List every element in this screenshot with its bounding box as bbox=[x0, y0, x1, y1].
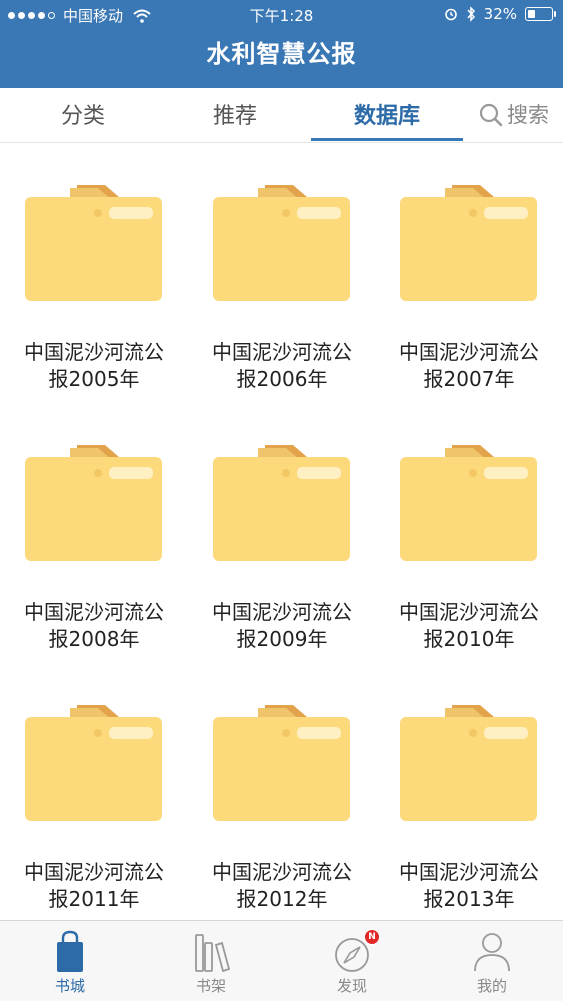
item-label: 中国泥沙河流公 报2012年 bbox=[188, 859, 376, 913]
grid-item[interactable]: 中国泥沙河流公 报2013年 bbox=[375, 663, 563, 920]
item-label-line2: 报2010年 bbox=[423, 627, 515, 651]
item-label-line2: 报2005年 bbox=[48, 367, 140, 391]
grid-item[interactable]: 中国泥沙河流公 报2008年 bbox=[0, 403, 188, 663]
tab-database-label: 数据库 bbox=[353, 104, 420, 129]
tabbar-label: 发现 bbox=[336, 977, 367, 995]
item-label: 中国泥沙河流公 报2013年 bbox=[375, 859, 563, 913]
tab-database[interactable]: 数据库 bbox=[311, 88, 463, 142]
folder-icon bbox=[400, 705, 537, 821]
item-label: 中国泥沙河流公 报2006年 bbox=[188, 339, 376, 393]
tabbar-label: 书架 bbox=[195, 977, 226, 995]
active-tab-indicator bbox=[311, 138, 463, 141]
tabbar-label: 书城 bbox=[54, 977, 85, 995]
app-header: 中国移动 下午1:28 32% 水利智慧公报 bbox=[0, 0, 563, 88]
item-label: 中国泥沙河流公 报2008年 bbox=[0, 599, 188, 653]
database-grid: 中国泥沙河流公 报2005年 中国泥沙河流公 报2006年 中国泥沙河流公 报2… bbox=[0, 143, 563, 920]
item-label-line1: 中国泥沙河流公 bbox=[399, 860, 539, 884]
tabbar-item-profile[interactable]: 我的 bbox=[422, 921, 562, 1001]
user-icon bbox=[474, 933, 510, 972]
tab-recommend-label: 推荐 bbox=[212, 104, 257, 129]
tabbar-item-bookshelf[interactable]: 书架 bbox=[141, 921, 281, 1001]
item-label-line1: 中国泥沙河流公 bbox=[212, 600, 352, 624]
status-right: 32% bbox=[444, 5, 556, 23]
search-icon bbox=[479, 103, 503, 127]
grid-item[interactable]: 中国泥沙河流公 报2006年 bbox=[188, 143, 376, 403]
item-label-line2: 报2012年 bbox=[236, 887, 328, 911]
grid-item[interactable]: 中国泥沙河流公 报2011年 bbox=[0, 663, 188, 920]
status-bar: 中国移动 下午1:28 32% bbox=[0, 0, 563, 30]
item-label-line1: 中国泥沙河流公 bbox=[24, 860, 164, 884]
item-label-line1: 中国泥沙河流公 bbox=[24, 600, 164, 624]
notification-badge: N bbox=[364, 929, 380, 945]
folder-icon bbox=[400, 185, 537, 301]
bookshelf-icon bbox=[195, 934, 231, 973]
tabbar-item-discover[interactable]: N 发现 bbox=[282, 921, 422, 1001]
item-label-line2: 报2013年 bbox=[423, 887, 515, 911]
item-label-line2: 报2007年 bbox=[423, 367, 515, 391]
folder-icon bbox=[25, 185, 162, 301]
item-label-line1: 中国泥沙河流公 bbox=[212, 340, 352, 364]
tab-category[interactable]: 分类 bbox=[20, 88, 146, 142]
item-label-line2: 报2009年 bbox=[236, 627, 328, 651]
folder-icon bbox=[25, 705, 162, 821]
folder-icon bbox=[213, 705, 350, 821]
bluetooth-icon bbox=[467, 6, 475, 22]
alarm-icon bbox=[444, 8, 457, 21]
folder-icon bbox=[400, 445, 537, 561]
item-label: 中国泥沙河流公 报2011年 bbox=[0, 859, 188, 913]
item-label: 中国泥沙河流公 报2005年 bbox=[0, 339, 188, 393]
tab-recommend[interactable]: 推荐 bbox=[172, 88, 298, 142]
top-tabs: 分类 推荐 数据库 搜索 bbox=[0, 88, 563, 143]
grid-item[interactable]: 中国泥沙河流公 报2007年 bbox=[375, 143, 563, 403]
search-label: 搜索 bbox=[507, 103, 549, 127]
bottom-tab-bar: 书城 书架 N 发现 我的 bbox=[0, 920, 563, 1001]
item-label: 中国泥沙河流公 报2007年 bbox=[375, 339, 563, 393]
item-label-line2: 报2006年 bbox=[236, 367, 328, 391]
grid-item[interactable]: 中国泥沙河流公 报2012年 bbox=[188, 663, 376, 920]
item-label-line1: 中国泥沙河流公 bbox=[399, 600, 539, 624]
item-label-line2: 报2008年 bbox=[48, 627, 140, 651]
folder-icon bbox=[25, 445, 162, 561]
tab-category-label: 分类 bbox=[60, 104, 105, 129]
grid-item[interactable]: 中国泥沙河流公 报2010年 bbox=[375, 403, 563, 663]
grid-item[interactable]: 中国泥沙河流公 报2009年 bbox=[188, 403, 376, 663]
battery-icon bbox=[525, 7, 556, 21]
search-button[interactable]: 搜索 bbox=[479, 88, 549, 142]
item-label: 中国泥沙河流公 报2010年 bbox=[375, 599, 563, 653]
item-label-line1: 中国泥沙河流公 bbox=[212, 860, 352, 884]
grid-item[interactable]: 中国泥沙河流公 报2005年 bbox=[0, 143, 188, 403]
item-label: 中国泥沙河流公 报2009年 bbox=[188, 599, 376, 653]
battery-percent: 32% bbox=[483, 5, 517, 23]
tabbar-label: 我的 bbox=[476, 977, 507, 995]
item-label-line1: 中国泥沙河流公 bbox=[399, 340, 539, 364]
tabbar-item-bookstore[interactable]: 书城 bbox=[0, 921, 140, 1001]
page-title: 水利智慧公报 bbox=[206, 40, 357, 68]
folder-icon bbox=[213, 445, 350, 561]
item-label-line2: 报2011年 bbox=[48, 887, 140, 911]
item-label-line1: 中国泥沙河流公 bbox=[24, 340, 164, 364]
shopping-bag-icon bbox=[57, 930, 83, 972]
folder-icon bbox=[213, 185, 350, 301]
